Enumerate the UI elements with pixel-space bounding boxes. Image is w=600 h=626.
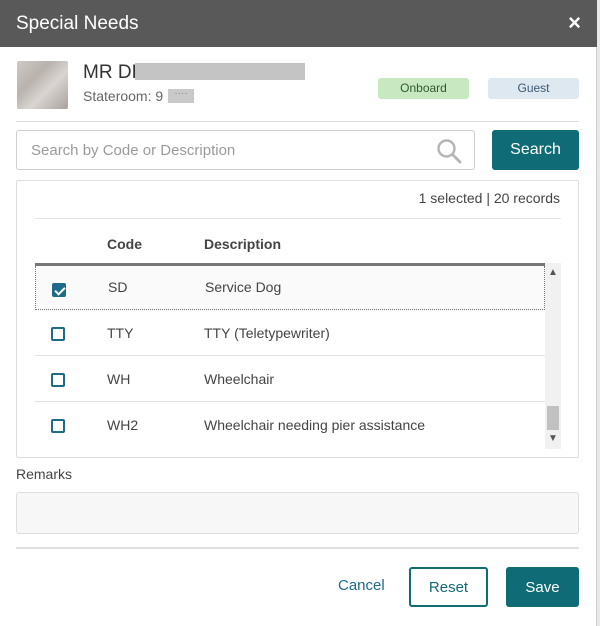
row-description: TTY (Teletypewriter)	[204, 325, 330, 341]
row-code: WH	[107, 371, 131, 387]
chevron-up-icon[interactable]: ▲	[545, 266, 561, 280]
reset-button[interactable]: Reset	[409, 567, 488, 607]
guest-name: MR DI	[83, 62, 137, 83]
close-icon[interactable]: ×	[568, 11, 581, 35]
redacted-stateroom-block: ····	[168, 89, 194, 103]
row-checkbox[interactable]	[51, 373, 65, 387]
row-checkbox[interactable]	[51, 327, 65, 341]
redacted-name-block	[135, 63, 305, 80]
remarks-label: Remarks	[16, 466, 73, 482]
row-checkbox[interactable]	[52, 283, 66, 297]
table-body: SD Service Dog TTY TTY (Teletypewriter) …	[35, 263, 545, 449]
row-code: TTY	[107, 325, 134, 341]
dialog-title: Special Needs	[16, 13, 139, 34]
cancel-button[interactable]: Cancel	[338, 577, 385, 594]
summary-divider	[35, 218, 561, 219]
onboard-status-badge: Onboard	[378, 78, 469, 99]
column-header-code: Code	[107, 236, 142, 252]
footer-divider	[16, 547, 579, 549]
scrollbar-thumb[interactable]	[547, 406, 559, 430]
row-code: WH2	[107, 417, 139, 433]
row-description: Service Dog	[205, 279, 282, 295]
special-needs-table: 1 selected | 20 records Code Description…	[16, 180, 579, 458]
table-row[interactable]: TTY TTY (Teletypewriter)	[35, 310, 545, 356]
table-row[interactable]: WH2 Wheelchair needing pier assistance	[35, 402, 545, 448]
search-button[interactable]: Search	[492, 130, 579, 170]
table-scrollbar[interactable]: ▲ ▼	[545, 263, 561, 449]
column-header-description: Description	[204, 236, 282, 252]
row-code: SD	[108, 279, 128, 295]
save-button[interactable]: Save	[506, 567, 579, 607]
special-needs-dialog: Special Needs × MR DI Stateroom: 9 ···· …	[0, 0, 597, 626]
remarks-field[interactable]	[16, 492, 579, 534]
table-row[interactable]: WH Wheelchair	[35, 356, 545, 402]
row-description: Wheelchair needing pier assistance	[204, 417, 426, 433]
guest-type-badge: Guest	[488, 78, 579, 99]
search-icon[interactable]	[436, 138, 462, 164]
search-input[interactable]	[16, 130, 475, 170]
row-checkbox[interactable]	[51, 419, 65, 433]
row-description: Wheelchair	[204, 371, 275, 387]
stateroom-label: Stateroom: 9	[83, 88, 164, 104]
records-summary: 1 selected | 20 records	[418, 190, 560, 206]
header-divider	[16, 121, 579, 122]
guest-avatar	[17, 61, 68, 109]
chevron-down-icon[interactable]: ▼	[545, 432, 561, 446]
table-row[interactable]: SD Service Dog	[35, 266, 545, 310]
dialog-header: Special Needs ×	[0, 0, 597, 47]
